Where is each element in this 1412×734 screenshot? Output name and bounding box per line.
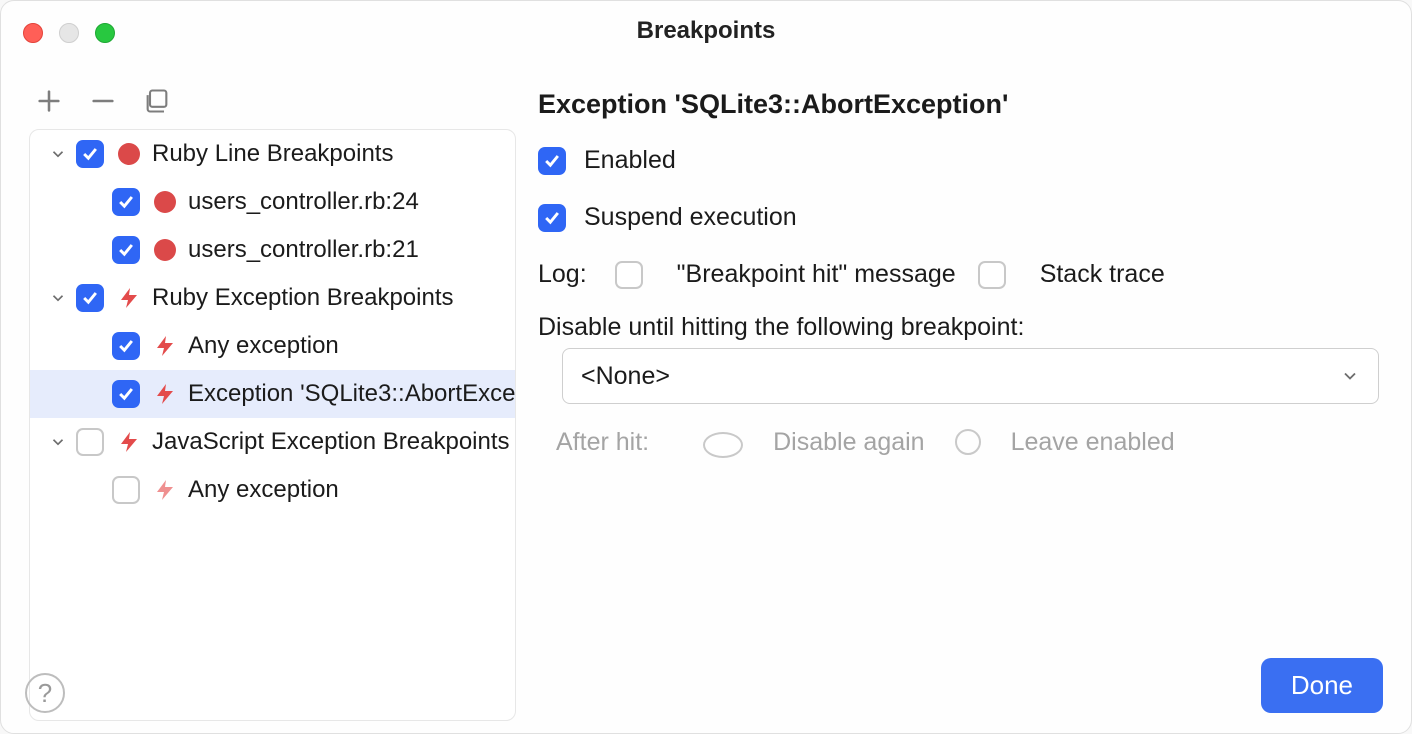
- breakpoint-dot-icon: [152, 189, 178, 215]
- disable-until-select[interactable]: <None>: [562, 348, 1379, 404]
- tree-item-label: Any exception: [188, 332, 339, 360]
- after-hit-disable-label: Disable again: [773, 428, 925, 457]
- tree-item-label: users_controller.rb:24: [188, 188, 419, 216]
- breakpoints-tree[interactable]: Ruby Line Breakpoints users_controller.r…: [29, 129, 516, 721]
- tree-item[interactable]: users_controller.rb:21: [30, 226, 515, 274]
- breakpoint-dot-icon: [116, 141, 142, 167]
- remove-breakpoint-button[interactable]: [89, 87, 117, 115]
- enabled-checkbox[interactable]: [538, 147, 566, 175]
- done-button[interactable]: Done: [1261, 658, 1383, 713]
- log-label: Log:: [538, 260, 587, 289]
- tree-checkbox[interactable]: [76, 140, 104, 168]
- tree-item[interactable]: Any exception: [30, 466, 515, 514]
- bolt-icon: [152, 333, 178, 359]
- bolt-icon: [116, 429, 142, 455]
- disable-until-value: <None>: [581, 362, 670, 391]
- suspend-checkbox[interactable]: [538, 204, 566, 232]
- tree-checkbox[interactable]: [112, 332, 140, 360]
- after-hit-label: After hit:: [556, 428, 649, 457]
- breakpoint-dot-icon: [152, 237, 178, 263]
- chevron-down-icon: [49, 289, 67, 307]
- detail-title: Exception 'SQLite3::AbortException': [538, 89, 1379, 120]
- tree-checkbox[interactable]: [76, 284, 104, 312]
- bolt-icon: [152, 477, 178, 503]
- log-hit-label: "Breakpoint hit" message: [677, 260, 956, 289]
- log-hit-checkbox[interactable]: [615, 261, 643, 289]
- tree-item-label: Exception 'SQLite3::AbortException': [188, 380, 515, 408]
- tree-checkbox[interactable]: [112, 236, 140, 264]
- tree-item[interactable]: Any exception: [30, 322, 515, 370]
- tree-item[interactable]: Exception 'SQLite3::AbortException': [30, 370, 515, 418]
- tree-item-label: users_controller.rb:21: [188, 236, 419, 264]
- tree-group-label: Ruby Line Breakpoints: [152, 140, 393, 168]
- tree-group[interactable]: Ruby Line Breakpoints: [30, 130, 515, 178]
- tree-group-label: Ruby Exception Breakpoints: [152, 284, 454, 312]
- after-hit-leave-label: Leave enabled: [1011, 428, 1175, 457]
- tree-item[interactable]: users_controller.rb:24: [30, 178, 515, 226]
- bolt-icon: [152, 381, 178, 407]
- chevron-down-icon: [49, 145, 67, 163]
- chevron-down-icon: [49, 433, 67, 451]
- help-button[interactable]: ?: [25, 673, 65, 713]
- chevron-down-icon: [1340, 366, 1360, 386]
- suspend-label: Suspend execution: [584, 203, 797, 232]
- tree-group[interactable]: JavaScript Exception Breakpoints: [30, 418, 515, 466]
- tree-group-label: JavaScript Exception Breakpoints: [152, 428, 510, 456]
- add-breakpoint-button[interactable]: [35, 87, 63, 115]
- log-stack-checkbox[interactable]: [978, 261, 1006, 289]
- group-by-button[interactable]: [143, 87, 171, 115]
- tree-checkbox[interactable]: [76, 428, 104, 456]
- window-title: Breakpoints: [1, 17, 1411, 45]
- after-hit-disable-radio[interactable]: [703, 432, 743, 458]
- enabled-label: Enabled: [584, 146, 676, 175]
- disable-until-label: Disable until hitting the following brea…: [538, 313, 1379, 342]
- tree-checkbox[interactable]: [112, 476, 140, 504]
- tree-group[interactable]: Ruby Exception Breakpoints: [30, 274, 515, 322]
- tree-checkbox[interactable]: [112, 188, 140, 216]
- after-hit-leave-radio[interactable]: [955, 429, 981, 455]
- bolt-icon: [116, 285, 142, 311]
- tree-checkbox[interactable]: [112, 380, 140, 408]
- log-stack-label: Stack trace: [1040, 260, 1165, 289]
- tree-item-label: Any exception: [188, 476, 339, 504]
